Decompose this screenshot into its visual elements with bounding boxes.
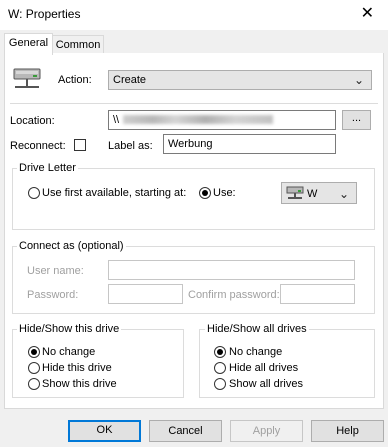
hide-all-drives-label: Hide all drives xyxy=(229,362,299,374)
location-value: \\ xyxy=(113,114,120,126)
tab-general[interactable]: General xyxy=(4,33,53,55)
reconnect-label: Reconnect: xyxy=(10,140,66,152)
password-label: Password: xyxy=(27,289,79,301)
help-button[interactable]: Help xyxy=(311,420,384,442)
browse-button[interactable]: ... xyxy=(342,110,371,130)
drive-icon xyxy=(286,186,304,206)
radio-use[interactable] xyxy=(199,187,211,199)
tab-common[interactable]: Common xyxy=(52,35,104,54)
hide-this-drive-label: Hide this drive xyxy=(42,362,112,374)
title-bar: W: Properties ✕ xyxy=(0,0,388,30)
drive-letter-group-title: Drive Letter xyxy=(17,162,78,174)
show-this-drive-label: Show this drive xyxy=(42,378,117,390)
action-select[interactable]: Create ⌄ xyxy=(108,70,372,90)
ok-button[interactable]: OK xyxy=(68,420,141,442)
username-label: User name: xyxy=(27,265,84,277)
label-as-value: Werbung xyxy=(168,138,213,150)
connect-as-group-title: Connect as (optional) xyxy=(17,240,126,252)
reconnect-checkbox[interactable] xyxy=(74,139,86,151)
location-field[interactable]: \\ xyxy=(108,110,336,130)
radio-hide-this-drive[interactable] xyxy=(28,362,40,374)
radio-show-all-drives[interactable] xyxy=(214,378,226,390)
hide-show-all-group-title: Hide/Show all drives xyxy=(205,323,309,335)
apply-button[interactable]: Apply xyxy=(230,420,303,442)
drive-no-change-label: No change xyxy=(42,346,96,358)
all-no-change-label: No change xyxy=(229,346,283,358)
chevron-down-icon: ⌄ xyxy=(338,187,349,201)
redacted-path xyxy=(123,115,273,124)
confirm-password-field[interactable] xyxy=(280,284,355,304)
hide-show-drive-group-title: Hide/Show this drive xyxy=(17,323,122,335)
confirm-password-label: Confirm password: xyxy=(188,289,280,301)
radio-hide-all-drives[interactable] xyxy=(214,362,226,374)
cancel-button[interactable]: Cancel xyxy=(149,420,222,442)
radio-all-no-change[interactable] xyxy=(214,346,226,358)
radio-drive-no-change[interactable] xyxy=(28,346,40,358)
location-label: Location: xyxy=(10,115,55,127)
window-title: W: Properties xyxy=(8,7,81,21)
radio-show-this-drive[interactable] xyxy=(28,378,40,390)
network-drive-icon xyxy=(12,66,42,94)
drive-letter-select[interactable]: W ⌄ xyxy=(281,182,357,204)
chevron-down-icon: ⌄ xyxy=(353,73,364,87)
action-label: Action: xyxy=(58,74,92,86)
close-icon[interactable]: ✕ xyxy=(361,5,374,23)
drive-letter-value: W xyxy=(307,188,318,200)
first-available-label: Use first available, starting at: xyxy=(42,187,187,199)
label-as-field[interactable]: Werbung xyxy=(163,134,336,154)
use-label: Use: xyxy=(213,187,236,199)
radio-first-available[interactable] xyxy=(28,187,40,199)
password-field[interactable] xyxy=(108,284,183,304)
section-divider xyxy=(10,103,378,104)
show-all-drives-label: Show all drives xyxy=(229,378,303,390)
label-as-label: Label as: xyxy=(108,140,153,152)
action-value: Create xyxy=(113,74,147,86)
username-field[interactable] xyxy=(108,260,355,280)
